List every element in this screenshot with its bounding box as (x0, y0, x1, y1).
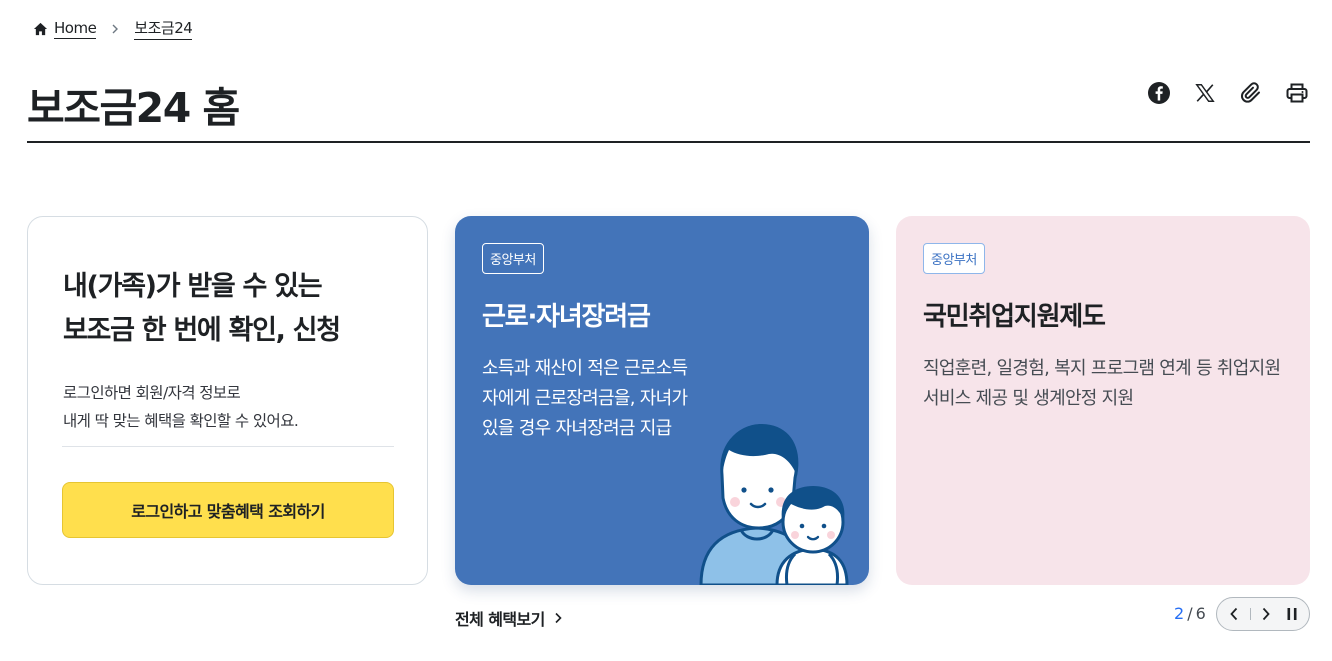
chevron-left-icon (1230, 607, 1238, 621)
breadcrumb: Home 보조금24 (33, 17, 193, 40)
pause-icon (1287, 608, 1297, 620)
pager-separator: / (1187, 604, 1193, 623)
benefit-slide-card[interactable]: 중앙부처 근로·자녀장려금 소득과 재산이 적은 근로소득자에게 근로장려금을,… (455, 216, 869, 585)
breadcrumb-home-link[interactable]: Home (54, 19, 97, 39)
chevron-right-icon (1263, 607, 1271, 621)
login-benefit-search-button[interactable]: 로그인하고 맞춤혜택 조회하기 (62, 482, 394, 538)
control-separator (1249, 608, 1251, 620)
x-icon (1195, 84, 1215, 102)
facebook-share-button[interactable] (1146, 80, 1172, 106)
view-all-benefits-link[interactable]: 전체 혜택보기 (455, 606, 563, 630)
parent-child-illustration (699, 424, 849, 585)
link-icon (1240, 82, 1260, 103)
pause-slide-button[interactable] (1282, 604, 1302, 624)
home-icon (33, 22, 48, 35)
login-card-description: 로그인하면 회원/자격 정보로 내게 딱 맞는 혜택을 확인할 수 있어요. (63, 384, 299, 430)
x-share-button[interactable] (1192, 80, 1218, 106)
print-button[interactable] (1284, 80, 1310, 106)
slide-title: 근로·자녀장려금 (482, 302, 651, 332)
slide-controls (1216, 597, 1310, 631)
copy-link-button[interactable] (1238, 80, 1264, 106)
login-card-divider (62, 446, 394, 447)
slide-category-badge: 중앙부처 (923, 243, 985, 274)
page-title: 보조금24 홈 (27, 84, 240, 132)
login-card-headline: 내(가족)가 받을 수 있는 보조금 한 번에 확인, 신청 (63, 271, 341, 346)
chevron-right-icon (555, 612, 562, 624)
pager-total: 6 (1195, 604, 1206, 623)
prev-slide-button[interactable] (1224, 604, 1244, 624)
login-card: 내(가족)가 받을 수 있는 보조금 한 번에 확인, 신청 로그인하면 회원/… (27, 216, 428, 585)
breadcrumb-home[interactable]: Home (33, 19, 97, 39)
slide-description: 직업훈련, 일경험, 복지 프로그램 연계 등 취업지원서비스 제공 및 생계안… (923, 358, 1281, 409)
chevron-right-icon (108, 22, 122, 36)
next-slide-button[interactable] (1256, 604, 1276, 624)
benefit-slide-card[interactable]: 중앙부처 국민취업지원제도 직업훈련, 일경험, 복지 프로그램 연계 등 취업… (896, 216, 1310, 585)
slide-pager: 2 / 6 (1174, 604, 1206, 623)
title-divider (27, 141, 1310, 143)
facebook-icon (1148, 82, 1170, 104)
slide-category-badge: 중앙부처 (482, 243, 544, 274)
pager-current: 2 (1174, 604, 1185, 623)
share-toolbar (1146, 80, 1310, 106)
breadcrumb-current[interactable]: 보조금24 (134, 17, 193, 40)
slide-title: 국민취업지원제도 (923, 302, 1106, 332)
slide-description: 소득과 재산이 적은 근로소득자에게 근로장려금을, 자녀가 있을 경우 자녀장… (482, 358, 688, 439)
print-icon (1286, 83, 1308, 103)
